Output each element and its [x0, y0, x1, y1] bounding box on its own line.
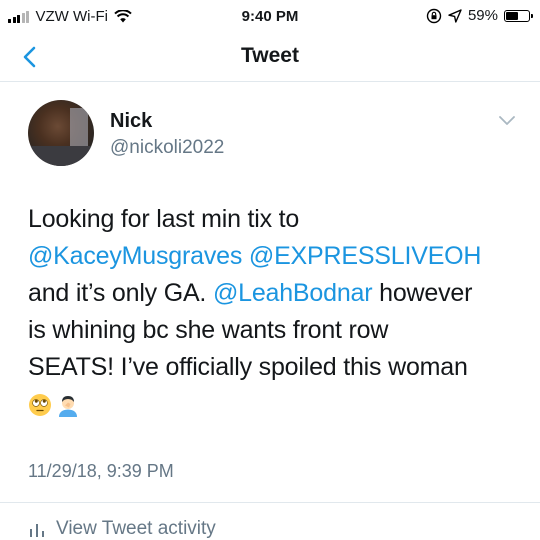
mention-link[interactable]: @KaceyMusgraves: [28, 242, 242, 270]
screen-lock-icon: [426, 8, 442, 23]
tweet-text-segment: Looking for last min tix to: [28, 205, 300, 233]
battery-fill: [506, 11, 518, 20]
tweet-text-segment: and it’s only GA.: [28, 279, 207, 307]
tweet-text: Looking for last min tix to @KaceyMusgra…: [28, 201, 528, 423]
user-handle[interactable]: @nickoli2022: [110, 137, 224, 159]
page-title: Tweet: [241, 44, 299, 67]
battery-percent: 59%: [467, 7, 498, 24]
nav-bar: Tweet: [0, 34, 540, 82]
location-icon: [448, 8, 462, 23]
status-bar: VZW Wi-Fi 9:40 PM 59%: [0, 0, 540, 34]
status-right: 59%: [426, 7, 533, 24]
facepalm-emoji: [59, 395, 77, 417]
bar-chart-icon: [30, 524, 44, 537]
tweet-text-segment: SEATS! I’ve officially spoiled this woma…: [28, 353, 468, 381]
tweet-timestamp: 11/29/18, 9:39 PM: [28, 461, 174, 481]
chevron-down-icon[interactable]: [498, 114, 516, 128]
battery-nub: [531, 13, 533, 18]
view-activity-label: View Tweet activity: [56, 518, 216, 539]
eye-roll-emoji: [29, 393, 51, 416]
mention-link[interactable]: @LeahBodnar: [213, 279, 373, 307]
avatar[interactable]: [28, 100, 94, 166]
tweet-text-segment: however: [379, 279, 473, 307]
display-name[interactable]: Nick: [110, 110, 152, 133]
battery-icon: [504, 9, 533, 22]
emoji-row: [28, 386, 528, 423]
tweet-text-segment: is whining bc she wants front row: [28, 316, 389, 344]
view-activity-button[interactable]: View Tweet activity: [28, 518, 216, 540]
mention-link[interactable]: @EXPRESSLIVEOH: [249, 242, 482, 270]
divider: [0, 502, 540, 503]
